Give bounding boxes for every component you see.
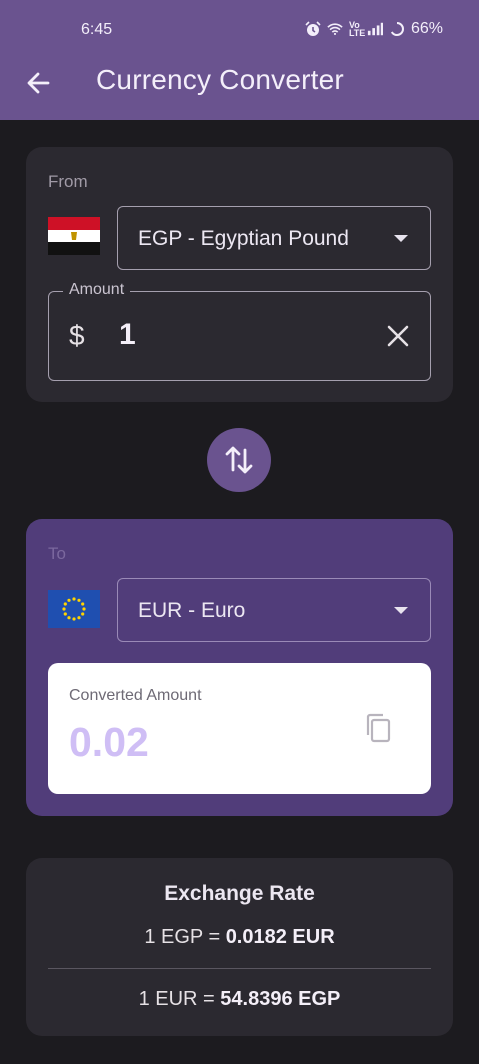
divider <box>48 968 431 969</box>
battery-icon <box>389 21 405 37</box>
exchange-rate-title: Exchange Rate <box>164 882 315 905</box>
rate-line-prefix: 1 EUR = <box>138 988 221 1010</box>
copy-icon[interactable] <box>363 711 393 745</box>
back-button[interactable] <box>22 66 56 100</box>
status-time: 6:45 <box>81 21 113 38</box>
status-icons: Vo LTE 66% <box>305 20 443 38</box>
from-card: From EGP - Egyptian Pound Amount $ 1 <box>26 147 453 402</box>
eu-flag <box>48 590 100 628</box>
status-bar: 6:45 Vo LTE 66% <box>0 0 479 60</box>
swap-vertical-icon <box>225 446 253 474</box>
amount-input[interactable]: 1 <box>119 318 136 352</box>
arrow-back-icon <box>27 72 50 94</box>
to-card: To EUR - Euro Converted Amount 0.02 <box>26 519 453 816</box>
close-icon[interactable] <box>384 322 412 350</box>
exchange-rate-card: Exchange Rate 1 EGP = 0.0182 EUR 1 EUR =… <box>26 858 453 1036</box>
converted-amount-value: 0.02 <box>69 719 149 765</box>
egypt-flag <box>48 217 100 255</box>
page-title: Currency Converter <box>96 64 344 95</box>
amount-field[interactable]: Amount $ 1 <box>48 281 431 381</box>
swap-button[interactable] <box>207 428 271 492</box>
chevron-down-icon <box>394 235 408 242</box>
amount-label: Amount <box>63 281 131 299</box>
signal-icon <box>367 21 383 37</box>
from-currency-value: EGP - Egyptian Pound <box>138 227 349 250</box>
battery-percent: 66% <box>410 20 443 37</box>
rate-line-value: 0.0182 EUR <box>225 926 335 948</box>
to-currency-select[interactable]: EUR - Euro <box>117 578 431 642</box>
to-label: To <box>48 544 66 563</box>
alarm-icon <box>305 21 321 37</box>
volte-icon: Vo LTE <box>348 20 366 38</box>
wifi-icon <box>327 21 343 37</box>
to-currency-value: EUR - Euro <box>138 599 246 622</box>
rate-line-eur-egp: 1 EUR = 54.8396 EGP <box>26 988 453 1011</box>
from-label: From <box>48 172 88 191</box>
from-currency-select[interactable]: EGP - Egyptian Pound <box>117 206 431 270</box>
currency-symbol: $ <box>69 320 85 351</box>
rate-line-value: 54.8396 EGP <box>220 988 341 1010</box>
converted-amount-box: Converted Amount 0.02 <box>48 663 431 794</box>
rate-line-egp-eur: 1 EGP = 0.0182 EUR <box>26 926 453 949</box>
converted-amount-label: Converted Amount <box>69 687 202 704</box>
app-bar: 6:45 Vo LTE 66% Currency Converter <box>0 0 479 120</box>
chevron-down-icon <box>394 607 408 614</box>
rate-line-prefix: 1 EGP = <box>144 926 226 948</box>
